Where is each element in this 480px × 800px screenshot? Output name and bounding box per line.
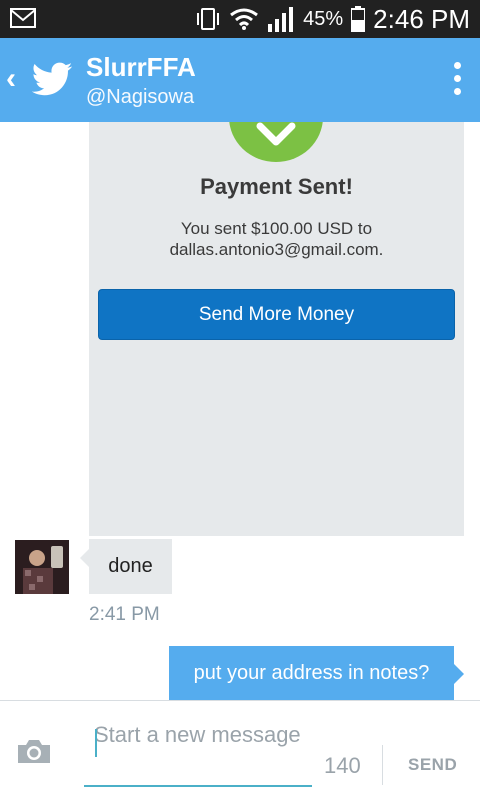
outgoing-message-bubble[interactable]: put your address in notes? bbox=[169, 646, 464, 700]
conversation-handle: @Nagisowa bbox=[86, 86, 195, 108]
compose-divider bbox=[382, 745, 383, 785]
twitter-bird-icon[interactable] bbox=[30, 58, 74, 102]
send-more-money-button: Send More Money bbox=[98, 289, 455, 340]
back-chevron-icon[interactable]: ‹ bbox=[6, 62, 16, 96]
signal-icon bbox=[268, 7, 294, 32]
text-cursor bbox=[95, 729, 97, 757]
payment-sent-title: Payment Sent! bbox=[200, 174, 353, 199]
message-input[interactable] bbox=[84, 721, 312, 787]
message-thread[interactable]: Payment Sent! You sent $100.00 USD to da… bbox=[0, 122, 480, 700]
gmail-notification-icon bbox=[10, 8, 36, 28]
checkmark-circle-icon bbox=[229, 122, 323, 162]
send-button[interactable]: SEND bbox=[408, 755, 457, 775]
camera-icon[interactable] bbox=[16, 737, 52, 765]
status-bar: 45% 2:46 PM bbox=[0, 0, 480, 38]
shared-screenshot-image[interactable]: Payment Sent! You sent $100.00 USD to da… bbox=[89, 122, 464, 536]
payment-description-line: You sent $100.00 USD to bbox=[180, 219, 373, 238]
incoming-message-bubble[interactable]: done bbox=[80, 539, 172, 594]
message-timestamp: 2:41 PM bbox=[89, 604, 160, 625]
compose-bar: 140 SEND bbox=[0, 700, 480, 800]
overflow-menu-icon[interactable] bbox=[454, 62, 462, 98]
character-count: 140 bbox=[324, 753, 361, 778]
battery-icon bbox=[351, 6, 366, 32]
conversation-name: SlurrFFA bbox=[86, 52, 196, 82]
payment-description-email: dallas.antonio3@gmail.com. bbox=[169, 240, 384, 259]
sender-avatar[interactable] bbox=[15, 540, 69, 594]
wifi-icon bbox=[230, 8, 259, 30]
status-clock: 2:46 PM bbox=[373, 3, 470, 34]
payment-description: You sent $100.00 USD to dallas.antonio3@… bbox=[89, 218, 464, 260]
conversation-header: ‹ SlurrFFA @Nagisowa bbox=[0, 38, 480, 122]
vibrate-icon bbox=[197, 8, 220, 30]
battery-percent: 45% bbox=[303, 7, 344, 30]
